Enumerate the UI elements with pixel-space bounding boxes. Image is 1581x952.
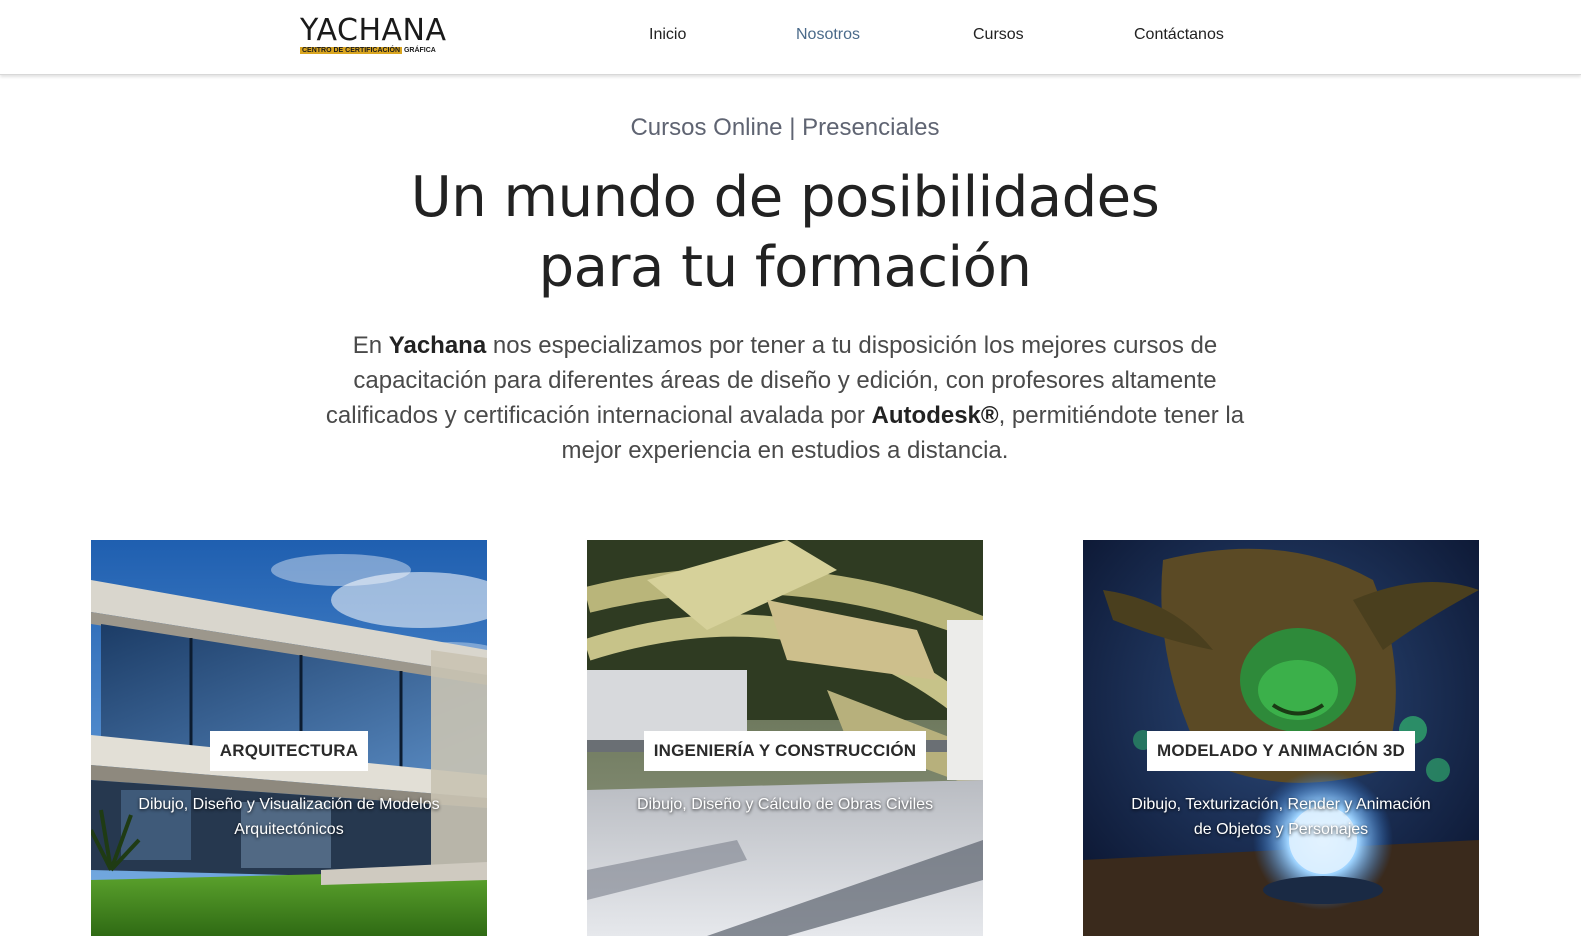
nav-item-contactanos[interactable]: Contáctanos xyxy=(1134,25,1224,45)
card-tag: ARQUITECTURA xyxy=(91,731,487,771)
site-header: YACHANA CENTRO DE CERTIFICACIÓN GRÁFICA … xyxy=(0,0,1581,75)
hero-eyebrow: Cursos Online | Presenciales xyxy=(630,114,940,141)
nav-item-inicio[interactable]: Inicio xyxy=(649,25,686,45)
card-description: Dibujo, Diseño y Visualización de Modelo… xyxy=(138,796,440,838)
course-card-modelado-3d[interactable]: MODELADO Y ANIMACIÓN 3D Dibujo, Texturiz… xyxy=(1083,540,1479,936)
brand-tagline: CENTRO DE CERTIFICACIÓN GRÁFICA xyxy=(300,46,452,55)
course-card-arquitectura[interactable]: ARQUITECTURA Dibujo, Diseño y Visualizac… xyxy=(91,540,487,936)
brand-tagline-highlight: CENTRO DE CERTIFICACIÓN xyxy=(300,47,402,54)
brand-name: YACHANA xyxy=(300,13,447,48)
card-description: Dibujo, Diseño y Cálculo de Obras Civile… xyxy=(636,796,934,813)
intro-brand: Yachana xyxy=(388,332,487,359)
hero-title: Un mundo de posibilidades para tu formac… xyxy=(0,163,1570,303)
hero-intro: En Yachana nos especializamos por tener … xyxy=(300,328,1270,468)
card-description: Dibujo, Texturización, Render y Animació… xyxy=(1131,796,1431,838)
course-card-ingenieria[interactable]: INGENIERÍA Y CONSTRUCCIÓN Dibujo, Diseño… xyxy=(587,540,983,936)
brand-tagline-rest: GRÁFICA xyxy=(403,47,436,54)
nav-item-cursos[interactable]: Cursos xyxy=(973,25,1024,45)
card-tag: INGENIERÍA Y CONSTRUCCIÓN xyxy=(587,731,983,771)
nav-item-nosotros[interactable]: Nosotros xyxy=(796,25,860,45)
card-title: ARQUITECTURA xyxy=(209,731,369,771)
card-title: INGENIERÍA Y CONSTRUCCIÓN xyxy=(643,731,927,771)
brand-logo[interactable]: YACHANA CENTRO DE CERTIFICACIÓN GRÁFICA xyxy=(300,16,452,58)
hero-title-line2: para tu formación xyxy=(538,235,1032,300)
card-title: MODELADO Y ANIMACIÓN 3D xyxy=(1147,731,1415,771)
intro-text-1: En xyxy=(352,332,389,359)
hero-title-line1: Un mundo de posibilidades xyxy=(410,165,1160,230)
intro-autodesk: Autodesk® xyxy=(871,402,999,429)
card-tag: MODELADO Y ANIMACIÓN 3D xyxy=(1083,731,1479,771)
